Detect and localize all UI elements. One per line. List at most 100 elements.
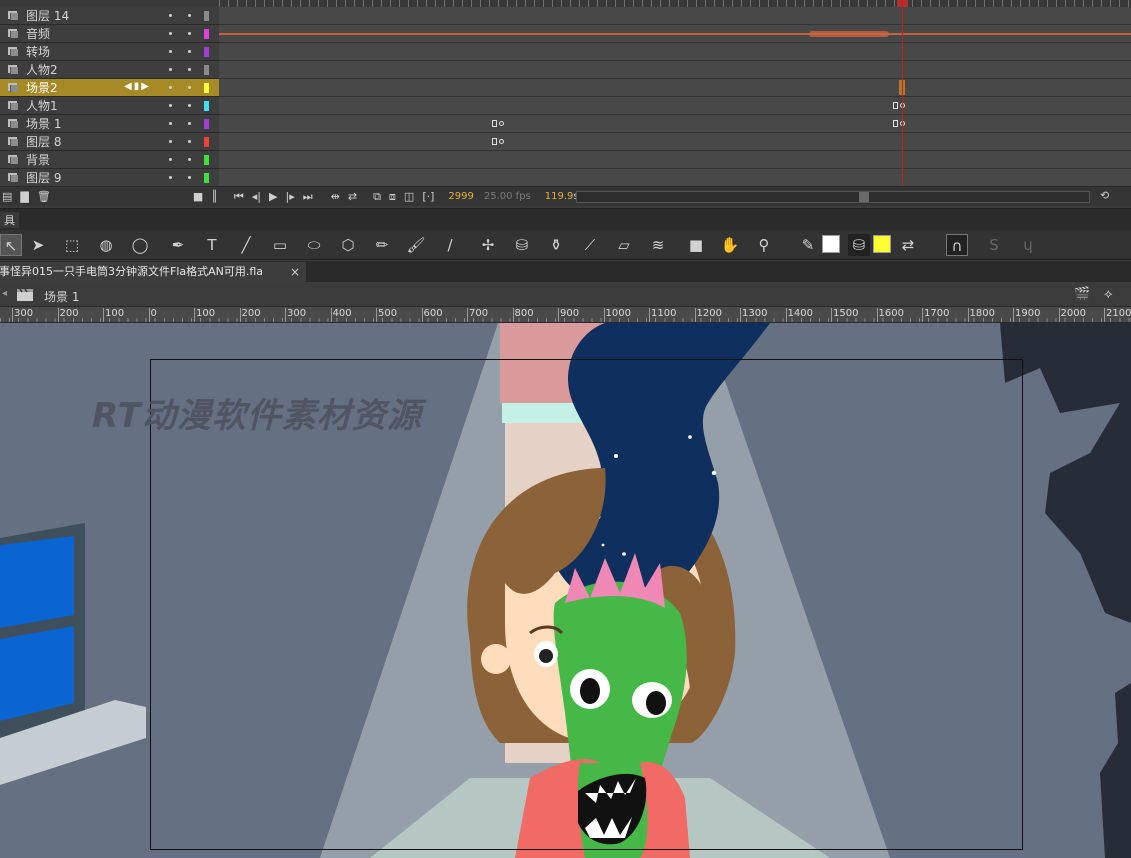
width-tool-icon[interactable]: ≋ xyxy=(647,234,669,256)
lock-toggle[interactable] xyxy=(188,14,191,17)
stage[interactable]: RT动漫软件素材资源 xyxy=(0,323,1131,858)
lock-toggle[interactable] xyxy=(188,140,191,143)
frame-row[interactable] xyxy=(219,115,1131,133)
keyframe[interactable] xyxy=(492,120,497,127)
visibility-toggle[interactable] xyxy=(169,104,172,107)
delete-layer-icon[interactable]: 🗑 xyxy=(37,190,51,203)
visibility-toggle[interactable] xyxy=(169,122,172,125)
lock-toggle[interactable] xyxy=(188,32,191,35)
timeline-scrollbar[interactable] xyxy=(576,191,1090,203)
go-last-frame-icon[interactable]: ⏭ xyxy=(303,190,313,204)
keyframe[interactable] xyxy=(893,102,898,109)
snap-magnet-icon[interactable]: ∩ xyxy=(946,234,968,256)
undo-icon[interactable]: ⟲ xyxy=(1100,189,1109,202)
modify-markers-icon[interactable]: [·] xyxy=(422,190,434,203)
edit-symbols-icon[interactable]: ⟡ xyxy=(1104,287,1113,302)
stroke-color-swatch[interactable] xyxy=(822,235,840,253)
selection-tool-icon[interactable]: ↖ xyxy=(0,234,22,256)
blank-keyframe[interactable] xyxy=(499,139,504,144)
free-transform-icon[interactable]: ⬚ xyxy=(61,234,83,256)
frame-row[interactable] xyxy=(219,97,1131,115)
zoom-tool-icon[interactable]: ⚲ xyxy=(753,234,775,256)
keyframe[interactable] xyxy=(893,120,898,127)
pen-tool-icon[interactable]: ✒ xyxy=(167,234,189,256)
layer-row[interactable]: 场景 1 xyxy=(0,115,219,133)
layer-outline-color[interactable] xyxy=(204,83,209,93)
new-folder-icon[interactable]: ▇ xyxy=(20,190,28,203)
lock-toggle[interactable] xyxy=(188,122,191,125)
visibility-toggle[interactable] xyxy=(169,140,172,143)
frame-ruler[interactable] xyxy=(219,0,1131,7)
layer-row[interactable]: 背景 xyxy=(0,151,219,169)
step-back-icon[interactable]: ◂| xyxy=(252,190,261,203)
layer-name[interactable]: 场景2 xyxy=(26,79,106,96)
playhead[interactable] xyxy=(902,0,903,186)
stroke-color-icon[interactable]: ✎ xyxy=(797,234,819,256)
fill-color-icon[interactable]: ⛁ xyxy=(848,234,870,256)
visibility-toggle[interactable] xyxy=(169,158,172,161)
lock-toggle[interactable] xyxy=(188,68,191,71)
text-tool-icon[interactable]: T xyxy=(201,234,223,256)
eraser-icon[interactable]: ▱ xyxy=(613,234,635,256)
layer-row[interactable]: 场景2 ◀▮▶ xyxy=(0,79,219,97)
layer-outline-color[interactable] xyxy=(204,65,209,75)
play-icon[interactable]: ▶ xyxy=(269,190,277,203)
onion-skin-icon[interactable]: ⧉ xyxy=(373,190,381,204)
scene-name[interactable]: 场景 1 xyxy=(44,288,79,305)
pencil-tool-icon[interactable]: ✏ xyxy=(371,234,393,256)
hand-tool-icon[interactable]: ✋ xyxy=(719,234,741,256)
tools-tab[interactable]: 具 xyxy=(0,212,19,228)
layer-row[interactable]: 图层 8 xyxy=(0,133,219,151)
lock-toggle[interactable] xyxy=(188,158,191,161)
rectangle-tool-icon[interactable]: ▭ xyxy=(269,234,291,256)
layer-row[interactable]: 人物1 xyxy=(0,97,219,115)
ink-bottle-icon[interactable]: ⚱ xyxy=(545,234,567,256)
layer-depth-icon[interactable]: ║ xyxy=(211,190,218,203)
layer-name[interactable]: 背景 xyxy=(26,151,106,168)
step-forward-icon[interactable]: |▸ xyxy=(285,190,294,203)
edit-scene-icon[interactable]: 🎬 xyxy=(1074,287,1090,302)
frame-row[interactable] xyxy=(219,25,1131,43)
layer-row[interactable]: 人物2 xyxy=(0,61,219,79)
frame-row[interactable] xyxy=(219,151,1131,169)
lock-toggle[interactable] xyxy=(188,50,191,53)
layer-outline-color[interactable] xyxy=(204,155,209,165)
close-icon[interactable]: × xyxy=(290,262,300,282)
keyframe[interactable] xyxy=(492,138,497,145)
document-tab[interactable]: 故事怪异015一只手电筒3分钟源文件Fla格式AN可用.fla × xyxy=(0,262,306,282)
layer-row[interactable]: 转场 xyxy=(0,43,219,61)
scrollbar-thumb[interactable] xyxy=(859,192,869,202)
frame-rate[interactable]: 25.00 fps xyxy=(484,191,531,202)
layer-outline-color[interactable] xyxy=(204,119,209,129)
frame-row[interactable] xyxy=(219,79,1131,97)
subselection-tool-icon[interactable]: ➤ xyxy=(27,234,49,256)
visibility-toggle[interactable] xyxy=(169,14,172,17)
layer-name[interactable]: 图层 9 xyxy=(26,169,106,186)
visibility-toggle[interactable] xyxy=(169,176,172,179)
layer-outline-color[interactable] xyxy=(204,47,209,57)
visibility-toggle[interactable] xyxy=(169,68,172,71)
layer-row[interactable]: 音频 xyxy=(0,25,219,43)
back-arrow-icon[interactable]: ◂ xyxy=(2,288,7,299)
layer-name[interactable]: 人物1 xyxy=(26,97,106,114)
camera-icon[interactable]: ■ xyxy=(193,190,203,203)
frame-row[interactable] xyxy=(219,61,1131,79)
layer-outline-color[interactable] xyxy=(204,11,209,21)
layer-outline-color[interactable] xyxy=(204,137,209,147)
blank-keyframe[interactable] xyxy=(499,121,504,126)
keyframe-nav-icon[interactable]: ◀▮▶ xyxy=(124,81,151,92)
3d-rotation-icon[interactable]: ◍ xyxy=(95,234,117,256)
layer-row[interactable]: 图层 14 xyxy=(0,7,219,25)
frame-row[interactable] xyxy=(219,43,1131,61)
visibility-toggle[interactable] xyxy=(169,32,172,35)
lasso-icon[interactable]: ◯ xyxy=(129,234,151,256)
frame-grid[interactable] xyxy=(219,0,1131,187)
frame-row[interactable] xyxy=(219,169,1131,187)
visibility-toggle[interactable] xyxy=(169,86,172,89)
loop-icon[interactable]: ⇄ xyxy=(348,190,357,203)
current-frame[interactable]: 2999 xyxy=(448,191,473,202)
lock-toggle[interactable] xyxy=(188,86,191,89)
fill-color-swatch[interactable] xyxy=(873,235,891,253)
onion-outline-icon[interactable]: ⧈ xyxy=(389,190,396,204)
lock-toggle[interactable] xyxy=(188,104,191,107)
